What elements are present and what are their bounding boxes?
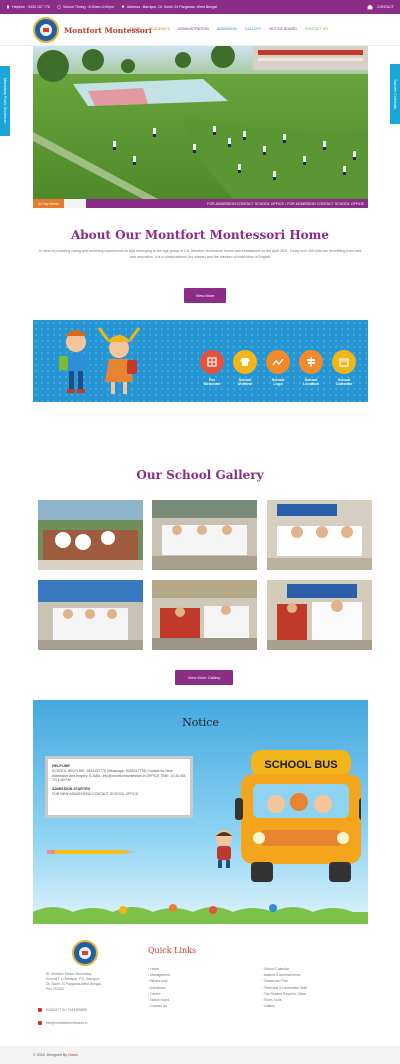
quick-link[interactable]: What's new — [148, 978, 170, 984]
bus-label: SCHOOL BUS — [264, 759, 337, 771]
top-bar: Helpline : 9433 157 776 School Timing : … — [0, 0, 400, 14]
news-ticker: At Day News FOR ADMISSION CONTACT SCHOOL… — [33, 199, 368, 208]
email-icon — [38, 1021, 42, 1025]
nav-notice-board[interactable]: NOTICE BOARD — [269, 27, 296, 31]
quick-link[interactable]: Contact Us — [148, 1003, 170, 1009]
nav-home[interactable]: HOME — [130, 27, 141, 31]
fee-structure-link[interactable]: Fee Structure — [197, 350, 227, 386]
feature-band: Fee Structure School Uniform School Logo… — [33, 320, 368, 402]
footer-phone[interactable]: 9433157776 / 7044169838 — [46, 1008, 87, 1012]
notice-heading: ADMISSION STARTED — [52, 787, 91, 792]
footer-logo — [72, 940, 98, 966]
nav-contact-us[interactable]: CONTACT US — [305, 27, 328, 31]
gallery-title: Our School Gallery — [136, 468, 264, 482]
grass-strip — [33, 904, 368, 924]
gallery-photo[interactable] — [267, 500, 372, 570]
quick-link[interactable]: Technical & Informative Staff — [262, 985, 307, 991]
school-calendar-link[interactable]: School Calendar — [329, 350, 359, 386]
notice-text[interactable]: FOR NEW ADMISSIONS CONTACT SCHOOL OFFICE — [52, 792, 186, 797]
nav-gallery[interactable]: GALLERY — [245, 27, 262, 31]
notice-text[interactable]: SCHOOL HELPLINE: 9433157776 (Whatsapp: 9… — [52, 769, 186, 783]
timing-item: School Timing : 8:30am-4:00pm — [57, 5, 114, 9]
main-nav: HOME ACADEMICS ADMINISTRATION ADMISSION … — [130, 27, 336, 31]
notice-board: HELPLINE SCHOOL HELPLINE: 9433157776 (Wh… — [45, 756, 193, 818]
gallery-photo[interactable] — [38, 500, 143, 570]
location-icon — [299, 350, 323, 374]
school-uniform-link[interactable]: School Uniform — [230, 350, 260, 386]
designer-link[interactable]: Glaxis — [68, 1053, 78, 1057]
site-header: Montfort Montessori HOME ACADEMICS ADMIN… — [0, 14, 400, 46]
fee-icon — [200, 350, 224, 374]
uniform-icon — [233, 350, 257, 374]
ticker-text[interactable]: FOR ADMISSION CONTACT SCHOOL OFFICE • FO… — [85, 199, 368, 208]
school-logo-link[interactable]: School Logo — [263, 350, 293, 386]
school-location-link[interactable]: School Location — [296, 350, 326, 386]
copyright-text: © 2018, Designed By — [33, 1053, 68, 1057]
nav-admission[interactable]: ADMISSION — [217, 27, 237, 31]
gallery-photo[interactable] — [152, 500, 257, 570]
school-logo[interactable] — [33, 17, 59, 43]
phone-icon — [7, 5, 9, 9]
helpline-text: Helpline : 9433 157 776 — [12, 5, 50, 9]
calendar-icon — [332, 350, 356, 374]
mandatory-disclosure-tab[interactable]: Mandatory Public Disclosure — [0, 66, 10, 136]
quick-link[interactable]: Gallery — [262, 1003, 307, 1009]
quick-links-col-1: Home Management What's new Admission Car… — [148, 966, 170, 1009]
gallery-photo[interactable] — [38, 580, 143, 650]
logo-label-2: Logo — [273, 382, 283, 386]
ticker-badge: At Day News — [33, 199, 64, 208]
notice-heading: HELPLINE — [52, 764, 70, 768]
about-title: About Our Montfort Montessori Home — [70, 228, 330, 242]
view-more-button[interactable]: View More — [184, 288, 226, 303]
kids-illustration — [59, 327, 141, 394]
footer-address: St. Montfort Senior Secondary School(T-1… — [46, 972, 102, 991]
notice-section: Notice HELPLINE SCHOOL HELPLINE: 9433157… — [33, 700, 368, 924]
hero-slider[interactable] — [33, 46, 368, 199]
contact-link[interactable]: CONTACT — [377, 5, 394, 9]
uniform-label-2: Uniform — [237, 382, 253, 386]
quick-links-col-2: School Calendar Awards & Achievements Cl… — [262, 966, 307, 1009]
boy-illustration — [216, 830, 232, 868]
hero-photo — [33, 46, 368, 199]
calendar-label-2: Calendar — [335, 382, 353, 386]
clock-icon — [57, 5, 61, 9]
pencil-illustration — [47, 850, 135, 854]
phone-icon — [38, 1008, 42, 1012]
footer-phone-row: 9433157776 / 7044169838 — [38, 1008, 87, 1012]
fee-label-2: Structure — [203, 382, 221, 386]
about-text: In view of providing caring and enrichin… — [39, 249, 362, 259]
transfer-certificate-tab[interactable]: Transfer Certificate — [390, 64, 400, 124]
nav-administration[interactable]: ADMINISTRATION — [178, 27, 208, 31]
copyright-bar: © 2018, Designed By Glaxis — [0, 1046, 400, 1064]
notice-title: Notice — [182, 716, 219, 729]
school-building-icon — [367, 4, 373, 10]
footer-email[interactable]: info@montfortmontessori.in — [46, 1021, 88, 1025]
location-pin-icon — [121, 5, 124, 8]
logo-icon — [266, 350, 290, 374]
address-text: Address : Baruipur, Dt. South 24 Pargana… — [126, 5, 217, 9]
quick-links-title: Quick Links — [148, 946, 197, 955]
gallery-photo[interactable] — [267, 580, 372, 650]
nav-academics[interactable]: ACADEMICS — [149, 27, 170, 31]
helpline-item: Helpline : 9433 157 776 — [6, 5, 50, 9]
location-label-2: Location — [303, 382, 319, 386]
footer-email-row: info@montfortmontessori.in — [38, 1021, 88, 1025]
gallery-photo[interactable] — [152, 580, 257, 650]
timing-text: School Timing : 8:30am-4:00pm — [62, 5, 114, 9]
view-more-gallery-button[interactable]: View More Gallery — [175, 670, 233, 685]
address-item: Address : Baruipur, Dt. South 24 Pargana… — [121, 5, 217, 9]
